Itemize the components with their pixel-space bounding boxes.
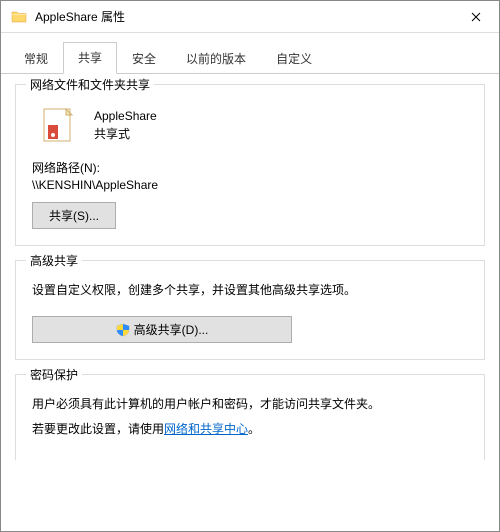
tab-content: 网络文件和文件夹共享 AppleShare 共享式 网络路径(N): \\KEN… <box>1 74 499 460</box>
tab-customize[interactable]: 自定义 <box>261 43 327 74</box>
folder-status: 共享式 <box>94 125 157 143</box>
tab-sharing[interactable]: 共享 <box>63 42 117 74</box>
window-title: AppleShare 属性 <box>35 8 453 25</box>
group-advanced-sharing: 高级共享 设置自定义权限，创建多个共享，并设置其他高级共享选项。 高级共享(D)… <box>15 260 485 360</box>
advanced-share-button[interactable]: 高级共享(D)... <box>32 316 292 343</box>
close-button[interactable] <box>453 1 499 33</box>
advanced-share-button-label: 高级共享(D)... <box>134 321 209 338</box>
password-line2-suffix: 。 <box>248 422 260 436</box>
tab-general[interactable]: 常规 <box>9 43 63 74</box>
group-network-sharing: 网络文件和文件夹共享 AppleShare 共享式 网络路径(N): \\KEN… <box>15 84 485 246</box>
advanced-description: 设置自定义权限，创建多个共享，并设置其他高级共享选项。 <box>32 281 468 300</box>
titlebar: AppleShare 属性 <box>1 1 499 33</box>
shared-folder-row: AppleShare 共享式 <box>38 105 468 145</box>
group-password-protection: 密码保护 用户必须具有此计算机的用户帐户和密码，才能访问共享文件夹。 若要更改此… <box>15 374 485 459</box>
close-icon <box>471 12 481 22</box>
network-path-value: \\KENSHIN\AppleShare <box>32 178 468 192</box>
network-sharing-center-link[interactable]: 网络和共享中心 <box>164 422 248 436</box>
tab-security[interactable]: 安全 <box>117 43 171 74</box>
shared-folder-icon <box>38 105 78 145</box>
folder-name: AppleShare <box>94 107 157 125</box>
share-button[interactable]: 共享(S)... <box>32 202 116 229</box>
group-legend: 密码保护 <box>26 366 82 383</box>
password-line2-prefix: 若要更改此设置，请使用 <box>32 422 164 436</box>
folder-icon <box>11 9 27 25</box>
uac-shield-icon <box>116 323 130 337</box>
password-line1: 用户必须具有此计算机的用户帐户和密码，才能访问共享文件夹。 <box>32 395 468 414</box>
password-line2: 若要更改此设置，请使用网络和共享中心。 <box>32 420 468 439</box>
group-legend: 高级共享 <box>26 252 82 269</box>
tab-previous-versions[interactable]: 以前的版本 <box>171 43 261 74</box>
group-legend: 网络文件和文件夹共享 <box>26 76 154 93</box>
network-path-label: 网络路径(N): <box>32 159 468 176</box>
tabstrip: 常规 共享 安全 以前的版本 自定义 <box>1 33 499 74</box>
